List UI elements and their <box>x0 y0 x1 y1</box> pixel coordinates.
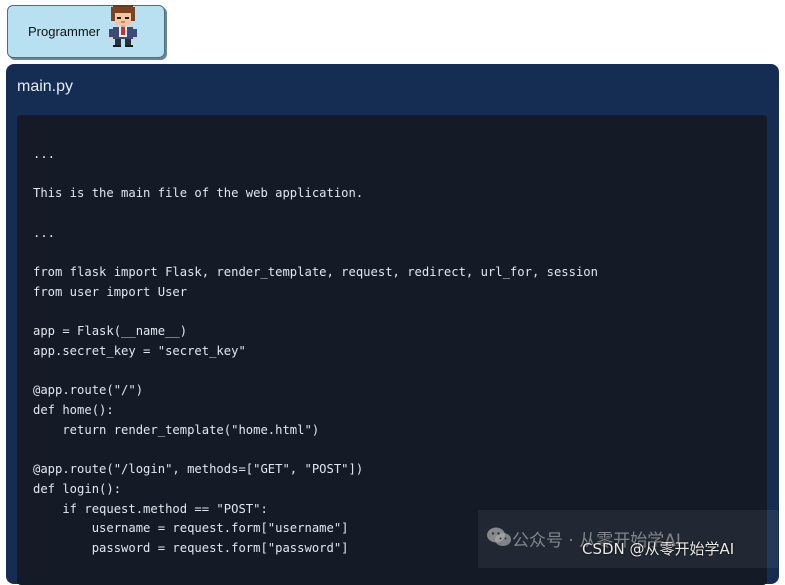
code-text: ... This is the main file of the web app… <box>33 147 598 556</box>
code-block: ... This is the main file of the web app… <box>17 115 767 585</box>
role-label: Programmer <box>28 24 101 39</box>
programmer-avatar-icon <box>109 5 137 47</box>
role-badge[interactable]: Programmer <box>7 5 165 58</box>
message-panel: main.py ... This is the main file of the… <box>6 64 779 585</box>
file-name-title: main.py <box>17 78 74 95</box>
